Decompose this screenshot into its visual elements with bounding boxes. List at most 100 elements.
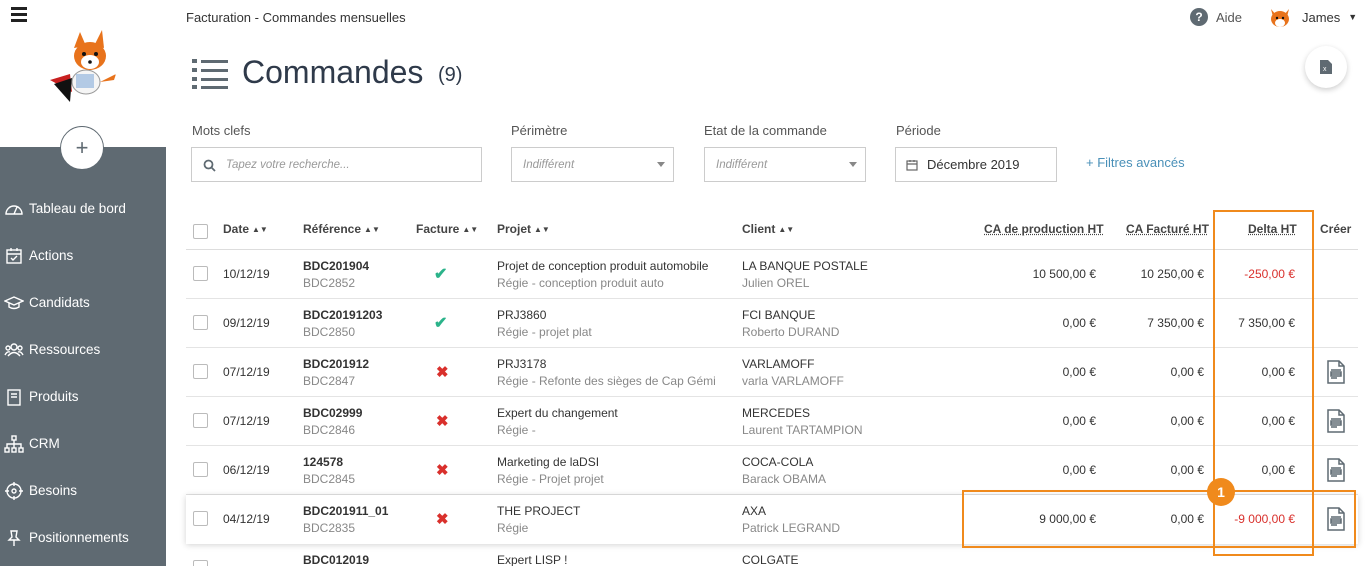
sidebar-item-crm[interactable]: CRM	[0, 420, 166, 467]
cell-projet-detail: Régie -	[497, 423, 536, 437]
col-ca-facture[interactable]: CA Facturé HT	[1126, 222, 1209, 236]
cell-projet[interactable]: Marketing de laDSI	[497, 455, 599, 469]
cell-client[interactable]: VARLAMOFF	[742, 357, 814, 371]
book-icon	[4, 387, 24, 407]
cell-reference[interactable]: BDC20191203	[303, 308, 382, 322]
cell-reference-code: BDC2852	[303, 276, 355, 290]
table-row[interactable]: BDC012019 Expert LISP ! COLGATE	[186, 544, 1358, 566]
cell-reference-code: BDC2845	[303, 472, 355, 486]
cell-projet[interactable]: Expert du changement	[497, 406, 618, 420]
chevron-down-icon	[657, 162, 665, 167]
cell-reference[interactable]: BDC201904	[303, 259, 369, 273]
table-row[interactable]: 04/12/19 BDC201911_01 BDC2835 ✖ THE PROJECT R…	[186, 495, 1358, 544]
cell-client[interactable]: COLGATE	[742, 553, 798, 566]
table-row[interactable]: 09/12/19 BDC20191203 BDC2850 ✔ PRJ3860 Régie …	[186, 299, 1358, 348]
cell-client[interactable]: COCA-COLA	[742, 455, 813, 469]
page-count: (9)	[438, 64, 462, 87]
sidebar-item-label: Produits	[29, 389, 79, 404]
users-icon	[4, 340, 24, 360]
table-row[interactable]: 07/12/19 BDC02999 BDC2846 ✖ Expert du change…	[186, 397, 1358, 446]
col-client[interactable]: Client ▲▼	[742, 222, 794, 236]
cell-reference[interactable]: BDC02999	[303, 406, 362, 420]
cell-projet[interactable]: Expert LISP !	[497, 553, 567, 566]
create-invoice-icon[interactable]	[1326, 458, 1346, 482]
help-label: Aide	[1216, 10, 1242, 25]
fox-mascot-logo	[42, 26, 122, 110]
cell-client[interactable]: LA BANQUE POSTALE	[742, 259, 868, 273]
add-button[interactable]: +	[60, 126, 104, 170]
cell-projet[interactable]: PRJ3860	[497, 308, 546, 322]
row-checkbox[interactable]	[193, 413, 208, 428]
search-input[interactable]: Tapez votre recherche...	[191, 147, 482, 182]
col-ca-production[interactable]: CA de production HT	[984, 222, 1104, 236]
graduation-cap-icon	[4, 293, 24, 313]
row-checkbox[interactable]	[193, 511, 208, 526]
cell-client-contact: Julien OREL	[742, 276, 809, 290]
row-checkbox[interactable]	[193, 462, 208, 477]
cell-projet[interactable]: PRJ3178	[497, 357, 546, 371]
svg-text:x: x	[1323, 66, 1327, 73]
cell-date: 09/12/19	[223, 316, 270, 330]
cell-projet[interactable]: THE PROJECT	[497, 504, 580, 518]
cell-ca-production: 0,00 €	[1063, 463, 1096, 477]
row-checkbox[interactable]	[193, 266, 208, 281]
select-all-checkbox[interactable]	[193, 224, 208, 239]
hamburger-menu-icon[interactable]	[11, 7, 27, 21]
sidebar-item-produits[interactable]: Produits	[0, 373, 166, 420]
sidebar-item-tableau-de-bord[interactable]: Tableau de bord	[0, 185, 166, 232]
col-facture[interactable]: Facture ▲▼	[416, 222, 478, 236]
cell-date: 10/12/19	[223, 267, 270, 281]
perimetre-select[interactable]: Indifférent	[511, 147, 674, 182]
col-date[interactable]: Date ▲▼	[223, 222, 268, 236]
row-checkbox[interactable]	[193, 560, 208, 566]
sidebar-item-ressources[interactable]: Ressources	[0, 326, 166, 373]
sidebar-item-candidats[interactable]: Candidats	[0, 279, 166, 326]
table-row[interactable]: 06/12/19 124578 BDC2845 ✖ Marketing de laDSI…	[186, 446, 1358, 495]
col-creer: Créer	[1320, 222, 1351, 236]
cell-reference-code: BDC2835	[303, 521, 355, 535]
sidebar-logo-area	[0, 0, 166, 147]
sidebar-item-actions[interactable]: Actions	[0, 232, 166, 279]
table-row[interactable]: 07/12/19 BDC201912 BDC2847 ✖ PRJ3178 Régie - …	[186, 348, 1358, 397]
sidebar-item-label: Tableau de bord	[29, 201, 126, 216]
cell-client[interactable]: AXA	[742, 504, 766, 518]
sidebar-item-label: CRM	[29, 436, 60, 451]
create-invoice-icon[interactable]	[1326, 409, 1346, 433]
sidebar-item-besoins[interactable]: Besoins	[0, 467, 166, 514]
cell-ca-facture: 0,00 €	[1171, 512, 1204, 526]
cell-client[interactable]: MERCEDES	[742, 406, 810, 420]
cell-reference[interactable]: BDC201912	[303, 357, 369, 371]
cell-client[interactable]: FCI BANQUE	[742, 308, 815, 322]
col-delta[interactable]: Delta HT	[1248, 222, 1297, 236]
cell-projet[interactable]: Projet de conception produit automobile	[497, 259, 708, 273]
advanced-filters-link[interactable]: + Filtres avancés	[1086, 155, 1185, 170]
cell-projet-detail: Régie - Projet projet	[497, 472, 604, 486]
perimetre-label: Périmètre	[511, 123, 567, 138]
search-placeholder: Tapez votre recherche...	[226, 159, 350, 171]
export-excel-button[interactable]: x	[1305, 46, 1347, 88]
cell-reference[interactable]: BDC012019	[303, 553, 369, 566]
cell-delta: 0,00 €	[1262, 414, 1295, 428]
cell-reference[interactable]: 124578	[303, 455, 343, 469]
help-link[interactable]: ? Aide	[1190, 8, 1242, 26]
create-invoice-icon[interactable]	[1326, 360, 1346, 384]
cell-reference-code: BDC2847	[303, 374, 355, 388]
cell-delta: 0,00 €	[1262, 365, 1295, 379]
cell-date: 07/12/19	[223, 365, 270, 379]
row-checkbox[interactable]	[193, 315, 208, 330]
periode-picker[interactable]: Décembre 2019	[895, 147, 1057, 182]
col-projet[interactable]: Projet ▲▼	[497, 222, 550, 236]
user-menu[interactable]: James ▼	[1268, 5, 1357, 29]
table-row[interactable]: 10/12/19 BDC201904 BDC2852 ✔ Projet de conce…	[186, 250, 1358, 299]
cell-projet-detail: Régie - Refonte des sièges de Cap Gémi	[497, 374, 716, 388]
sidebar-item-positionnements[interactable]: Positionnements	[0, 514, 166, 561]
sitemap-icon	[4, 434, 24, 454]
etat-select[interactable]: Indifférent	[704, 147, 866, 182]
col-reference[interactable]: Référence ▲▼	[303, 222, 380, 236]
cell-ca-production: 0,00 €	[1063, 316, 1096, 330]
sidebar-nav: Tableau de bord Actions Candidats Ressou…	[0, 185, 166, 561]
create-invoice-icon[interactable]	[1326, 507, 1346, 531]
cell-ca-facture: 0,00 €	[1171, 463, 1204, 477]
cell-reference[interactable]: BDC201911_01	[303, 504, 388, 518]
row-checkbox[interactable]	[193, 364, 208, 379]
